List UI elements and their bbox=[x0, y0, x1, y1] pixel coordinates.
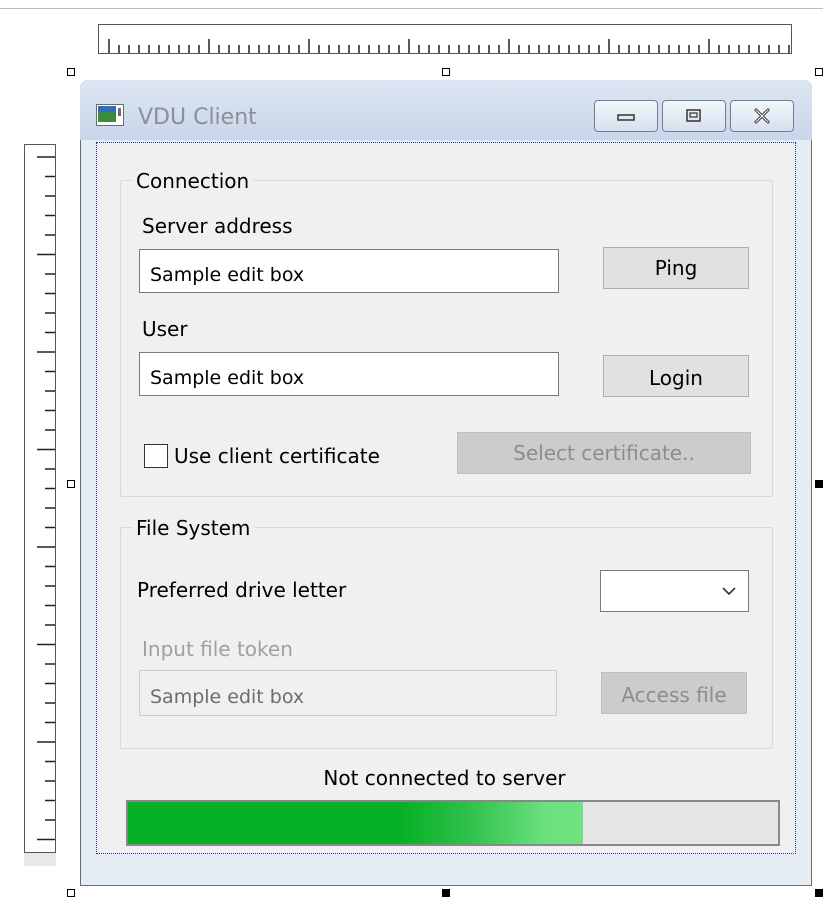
resize-handle-bottom-left[interactable] bbox=[67, 889, 75, 897]
app-window-icon bbox=[96, 104, 124, 126]
resize-handle-top-left[interactable] bbox=[67, 68, 75, 76]
horizontal-ruler-ticks bbox=[108, 39, 790, 53]
vertical-ruler bbox=[24, 144, 56, 866]
close-button[interactable] bbox=[730, 100, 794, 132]
use-client-certificate-checkbox[interactable] bbox=[144, 444, 168, 468]
file-system-group-label: File System bbox=[132, 516, 255, 540]
login-button[interactable]: Login bbox=[603, 355, 749, 397]
input-file-token-input bbox=[139, 670, 557, 716]
ping-button[interactable]: Ping bbox=[603, 247, 749, 289]
use-client-certificate-label[interactable]: Use client certificate bbox=[174, 444, 380, 468]
connection-status-text: Not connected to server bbox=[323, 766, 566, 790]
server-address-label: Server address bbox=[142, 214, 293, 238]
resize-handle-right[interactable] bbox=[815, 480, 823, 488]
resize-handle-top-right[interactable] bbox=[815, 68, 823, 76]
restore-icon bbox=[686, 109, 701, 122]
resize-handle-left[interactable] bbox=[67, 480, 75, 488]
restore-button[interactable] bbox=[662, 100, 726, 132]
vertical-ruler-end bbox=[24, 852, 56, 866]
minimize-icon bbox=[617, 114, 635, 121]
progress-bar-fill bbox=[128, 802, 583, 844]
horizontal-ruler bbox=[98, 24, 792, 54]
vertical-ruler-ticks bbox=[37, 156, 55, 841]
server-address-input[interactable] bbox=[139, 249, 559, 293]
resize-handle-top[interactable] bbox=[442, 68, 450, 76]
user-label: User bbox=[142, 317, 188, 341]
chevron-down-icon[interactable] bbox=[721, 585, 737, 597]
select-certificate-button: Select certificate.. bbox=[457, 432, 751, 474]
connection-group-label: Connection bbox=[132, 169, 254, 193]
resize-handle-bottom[interactable] bbox=[442, 889, 450, 897]
resize-handle-bottom-right[interactable] bbox=[815, 889, 823, 897]
window-title: VDU Client bbox=[138, 105, 257, 130]
connection-progress-bar bbox=[126, 800, 780, 846]
preferred-drive-letter-label: Preferred drive letter bbox=[137, 578, 347, 602]
user-input[interactable] bbox=[139, 352, 559, 396]
designer-top-border bbox=[0, 8, 823, 9]
input-file-token-label: Input file token bbox=[142, 637, 293, 661]
minimize-button[interactable] bbox=[594, 100, 658, 132]
access-file-button: Access file bbox=[601, 672, 747, 714]
drive-letter-dropdown[interactable] bbox=[600, 570, 749, 612]
close-icon bbox=[754, 108, 770, 124]
